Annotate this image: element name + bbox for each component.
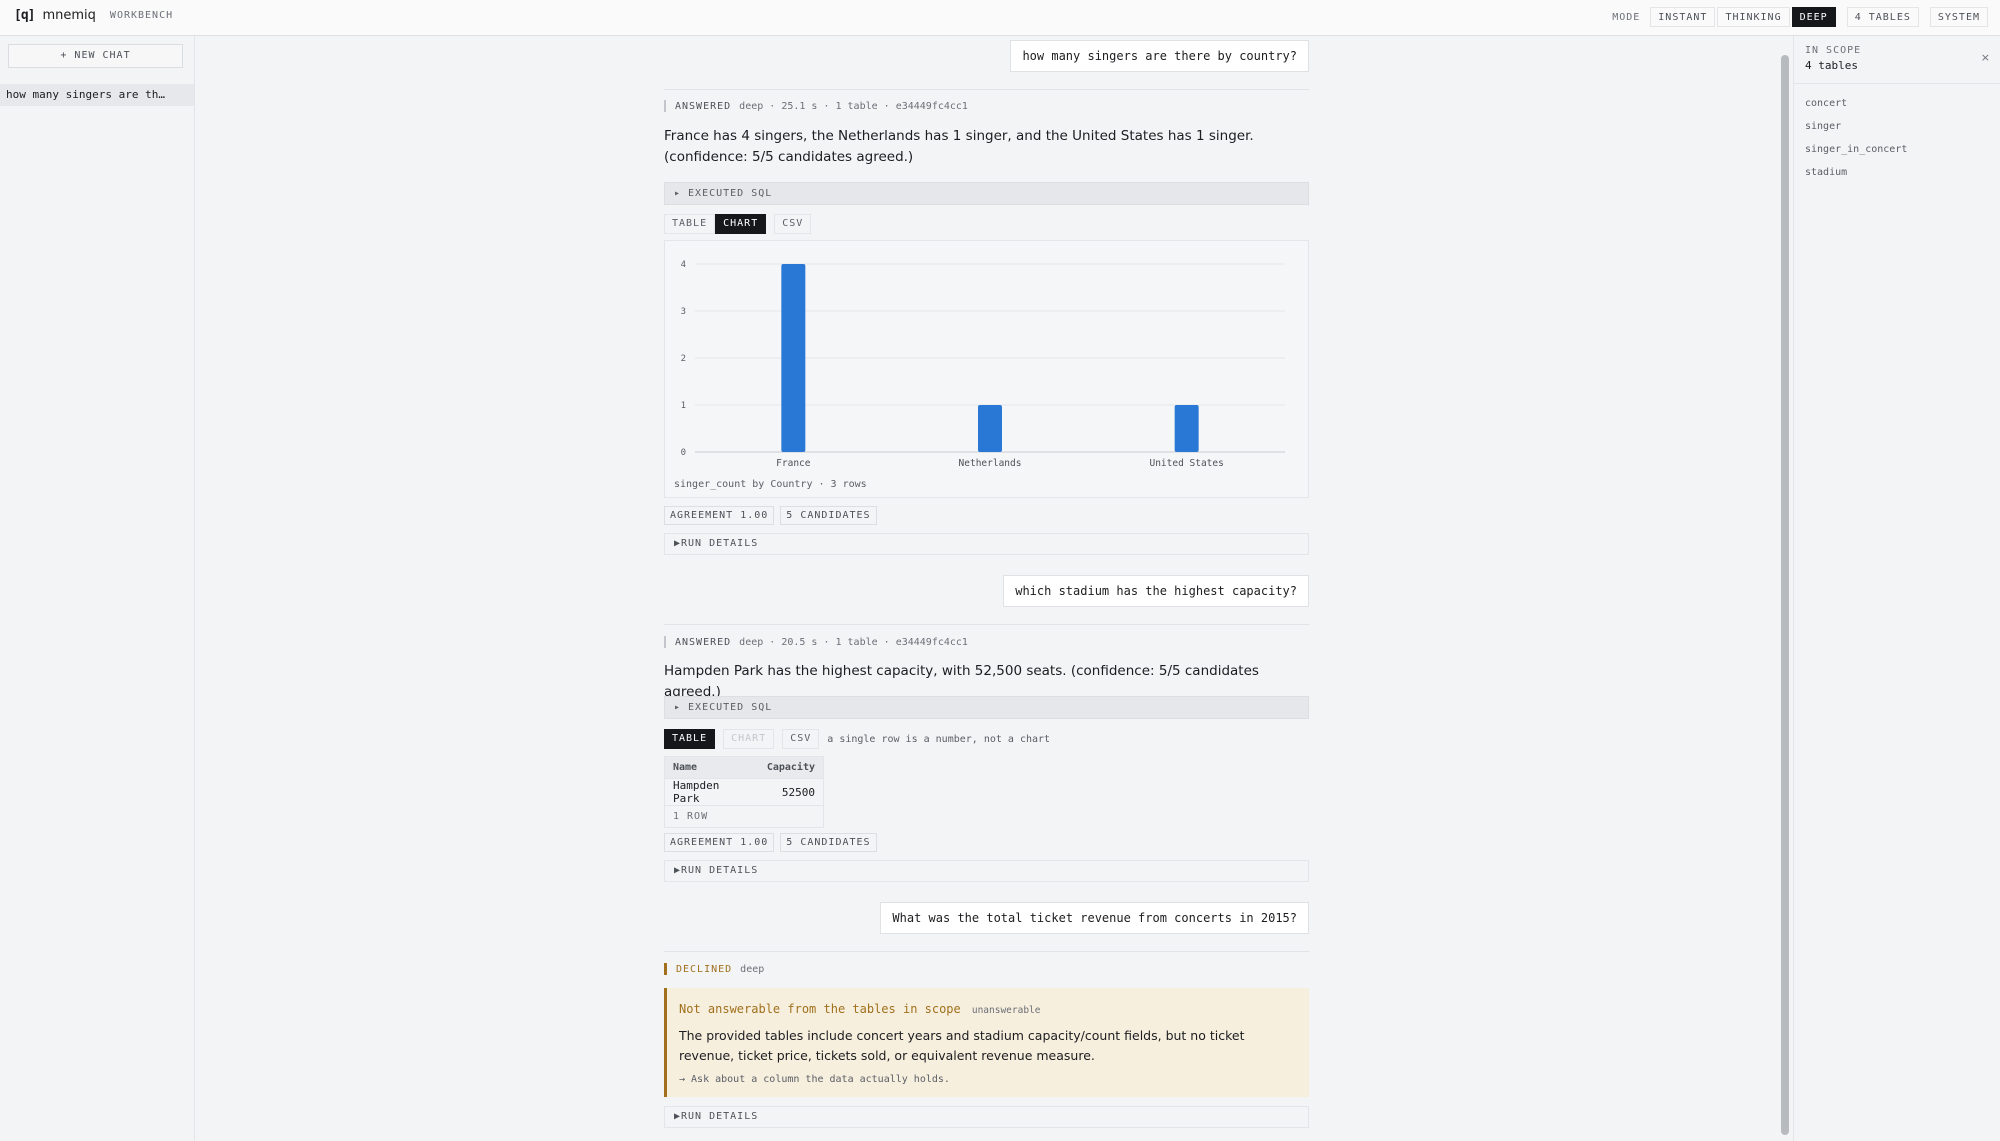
declined-tag: unanswerable (971, 1005, 1041, 1016)
bar-chart: 0 1 2 3 4 France Netherlands United States (681, 260, 1285, 469)
mode-controls: MODE INSTANT THINKING DEEP 4 TABLES SYST… (1604, 7, 1988, 27)
close-icon[interactable]: × (1981, 51, 1990, 64)
top-bar: [q] mnemiq WORKBENCH MODE INSTANT THINKI… (0, 0, 2000, 36)
new-chat-button[interactable]: + NEW CHAT (8, 44, 183, 68)
consensus-pills: AGREEMENT 1.00 5 CANDIDATES (664, 833, 883, 852)
row-count: 1 ROW (664, 805, 824, 828)
chart-caption: singer_count by Country · 3 rows (674, 479, 867, 490)
executed-sql-toggle[interactable]: ▸ EXECUTED SQL (664, 696, 1309, 719)
status-badge: ANSWERED (675, 636, 732, 648)
x-tick-label: United States (1149, 458, 1223, 469)
tab-csv[interactable]: CSV (774, 214, 812, 234)
logo-icon: [q] (14, 8, 36, 23)
y-tick-label: 4 (681, 260, 686, 270)
scope-table-item[interactable]: singer_in_concert (1805, 138, 1989, 161)
mode-label: MODE (1612, 11, 1641, 23)
agreement-badge: AGREEMENT 1.00 (664, 833, 775, 852)
user-question: What was the total ticket revenue from c… (880, 902, 1309, 934)
app-name: mnemiq (42, 8, 96, 23)
scope-panel: IN SCOPE 4 tables × concert singer singe… (1793, 36, 2000, 1141)
tab-table[interactable]: TABLE (664, 729, 716, 749)
run-meta: deep · 25.1 s · 1 table · e34449fc4cc1 (739, 100, 968, 112)
divider (664, 89, 1309, 90)
y-tick-label: 3 (681, 307, 686, 317)
tables-button[interactable]: 4 TABLES (1846, 7, 1919, 27)
user-question: which stadium has the highest capacity? (1003, 575, 1309, 607)
tab-chart[interactable]: CHART (715, 214, 767, 234)
column-header: Capacity (758, 756, 824, 779)
status-badge: DECLINED (676, 963, 733, 975)
scrollbar[interactable] (1781, 55, 1789, 1135)
result-table: Name Capacity Hampden Park 52500 1 ROW (664, 756, 824, 828)
executed-sql-toggle[interactable]: ▸ EXECUTED SQL (664, 182, 1309, 205)
table-footer: 1 ROW (664, 805, 824, 828)
table-header-row: Name Capacity (664, 756, 824, 779)
column-header: Name (664, 756, 759, 779)
table-cell: Hampden Park (664, 778, 759, 806)
scope-table-item[interactable]: singer (1805, 115, 1989, 138)
bar (1174, 405, 1199, 452)
divider (664, 951, 1309, 952)
x-tick-label: Netherlands (959, 458, 1022, 469)
tab-table[interactable]: TABLE (664, 214, 716, 234)
scope-table-item[interactable]: concert (1805, 92, 1989, 115)
answer-meta: ANSWERED deep · 25.1 s · 1 table · e3444… (664, 100, 968, 112)
status-badge: ANSWERED (675, 100, 732, 112)
declined-hint: → Ask about a column the data actually h… (679, 1074, 950, 1085)
user-question: how many singers are there by country? (1010, 40, 1309, 72)
bar (781, 264, 806, 452)
consensus-pills: AGREEMENT 1.00 5 CANDIDATES (664, 506, 883, 525)
x-tick-label: France (776, 458, 811, 469)
table-cell: 52500 (758, 778, 824, 806)
app-subtitle: WORKBENCH (109, 10, 174, 21)
run-details-toggle[interactable]: ▶RUN DETAILS (664, 1106, 1309, 1128)
candidates-badge: 5 CANDIDATES (780, 833, 877, 852)
agreement-badge: AGREEMENT 1.00 (664, 506, 775, 525)
mode-thinking-button[interactable]: THINKING (1717, 7, 1790, 27)
scope-count: 4 tables (1805, 59, 1858, 72)
run-details-toggle[interactable]: ▶RUN DETAILS (664, 533, 1309, 555)
result-tabs: TABLE CHART CSV a single row is a number… (664, 729, 1050, 749)
tab-note: a single row is a number, not a chart (827, 733, 1051, 745)
mode-deep-button[interactable]: DEEP (1791, 7, 1836, 27)
result-tabs: TABLE CHART CSV (664, 214, 819, 234)
run-details-toggle[interactable]: ▶RUN DETAILS (664, 860, 1309, 882)
bar (978, 405, 1002, 452)
scope-table-item[interactable]: stadium (1805, 161, 1989, 184)
brand[interactable]: [q] mnemiq WORKBENCH (14, 8, 173, 23)
scope-table-list: concert singer singer_in_concert stadium (1794, 84, 2000, 192)
answer-text: France has 4 singers, the Netherlands ha… (664, 128, 1254, 165)
run-meta: deep (740, 963, 765, 975)
declined-title: Not answerable from the tables in scope (679, 1002, 961, 1016)
answer-meta: DECLINED deep (664, 963, 764, 975)
declined-reason: The provided tables include concert year… (679, 1028, 1245, 1063)
tab-csv[interactable]: CSV (782, 729, 820, 749)
y-tick-label: 0 (681, 448, 686, 458)
run-meta: deep · 20.5 s · 1 table · e34449fc4cc1 (739, 636, 968, 648)
chat-sidebar: + NEW CHAT how many singers are th… (0, 36, 195, 1141)
table-row: Hampden Park 52500 (664, 778, 824, 806)
mode-instant-button[interactable]: INSTANT (1650, 7, 1716, 27)
y-tick-label: 2 (681, 354, 686, 364)
answer-meta: ANSWERED deep · 20.5 s · 1 table · e3444… (664, 636, 968, 648)
scope-header: IN SCOPE 4 tables × (1794, 36, 2000, 84)
y-tick-label: 1 (681, 401, 686, 411)
divider (664, 624, 1309, 625)
chat-history-item[interactable]: how many singers are th… (0, 84, 194, 106)
scope-label: IN SCOPE (1805, 45, 1862, 56)
chart-panel: 0 1 2 3 4 France Netherlands United States sing… (664, 240, 1309, 498)
candidates-badge: 5 CANDIDATES (780, 506, 877, 525)
tab-chart: CHART (723, 729, 775, 749)
declined-notice: Not answerable from the tables in scope … (664, 988, 1309, 1097)
system-button[interactable]: SYSTEM (1929, 7, 1988, 27)
